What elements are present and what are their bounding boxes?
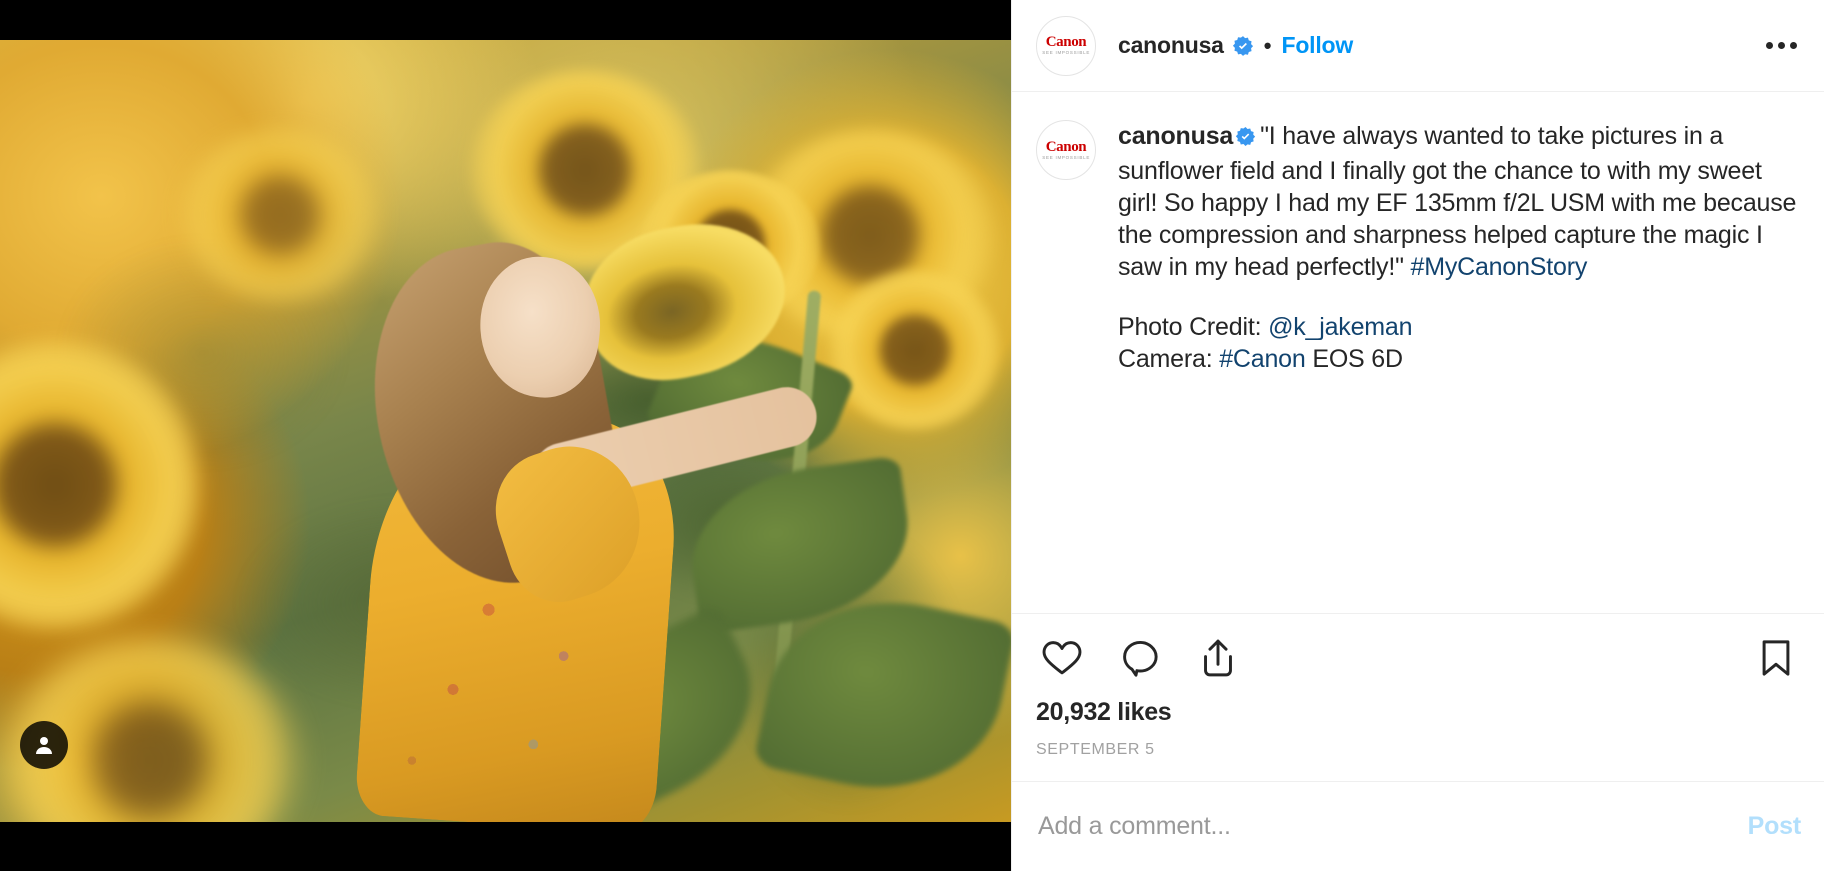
camera-label: Camera: — [1118, 345, 1220, 373]
camera-model: EOS 6D — [1305, 345, 1403, 373]
post-photo[interactable] — [0, 40, 1011, 822]
dot — [1790, 42, 1797, 49]
photo-credit-line: Photo Credit: @k_jakeman — [1118, 311, 1801, 343]
dot — [1766, 42, 1773, 49]
canon-logo-text: Canon — [1045, 138, 1087, 155]
verified-icon — [1235, 123, 1256, 155]
canon-logo-tagline: SEE IMPOSSIBLE — [1042, 50, 1090, 56]
header-username[interactable]: canonusa — [1118, 32, 1224, 59]
follow-button[interactable]: Follow — [1281, 32, 1353, 59]
caption-username[interactable]: canonusa — [1118, 122, 1233, 150]
heart-icon[interactable] — [1036, 632, 1088, 684]
person-tag-icon[interactable] — [20, 721, 68, 769]
camera-line: Camera: #Canon EOS 6D — [1118, 343, 1801, 375]
sunflower-blossom — [830, 270, 1000, 430]
canon-logo-tagline: SEE IMPOSSIBLE — [1042, 155, 1090, 161]
dot — [1778, 42, 1785, 49]
comment-composer: Post — [1012, 781, 1824, 871]
post-info-panel: Canon SEE IMPOSSIBLE canonusa • Follow C… — [1011, 0, 1824, 871]
post-media-panel — [0, 0, 1011, 871]
caption-hashtag-mycanonstory[interactable]: #MyCanonStory — [1411, 253, 1588, 281]
canon-logo-text: Canon — [1045, 34, 1087, 51]
caption-avatar[interactable]: Canon SEE IMPOSSIBLE — [1036, 120, 1096, 180]
more-options-icon[interactable] — [1760, 32, 1803, 59]
header-identity: canonusa • Follow — [1118, 32, 1760, 59]
girl-subject — [330, 215, 823, 822]
photo-credit-handle[interactable]: @k_jakeman — [1268, 313, 1412, 341]
instagram-post: Canon SEE IMPOSSIBLE canonusa • Follow C… — [0, 0, 1824, 871]
header-separator: • — [1263, 32, 1272, 58]
likes-count[interactable]: 20,932 likes — [1012, 692, 1824, 727]
avatar[interactable]: Canon SEE IMPOSSIBLE — [1036, 15, 1096, 76]
caption-credits: Photo Credit: @k_jakeman Camera: #Canon … — [1118, 311, 1801, 375]
post-header: Canon SEE IMPOSSIBLE canonusa • Follow — [1012, 0, 1824, 92]
post-timestamp: SEPTEMBER 5 — [1036, 741, 1155, 758]
caption-text: canonusa "I have always wanted to take pi… — [1118, 120, 1801, 613]
comment-icon[interactable] — [1114, 632, 1166, 684]
post-actions — [1012, 613, 1824, 692]
post-comment-button[interactable]: Post — [1748, 812, 1802, 841]
caption-area: Canon SEE IMPOSSIBLE canonusa "I have alw… — [1012, 92, 1824, 613]
verified-icon — [1232, 35, 1254, 57]
camera-hashtag-canon[interactable]: #Canon — [1219, 345, 1306, 373]
bookmark-icon[interactable] — [1751, 633, 1801, 683]
photo-credit-label: Photo Credit: — [1118, 313, 1269, 341]
comment-input[interactable] — [1036, 811, 1728, 842]
share-icon[interactable] — [1192, 632, 1244, 684]
